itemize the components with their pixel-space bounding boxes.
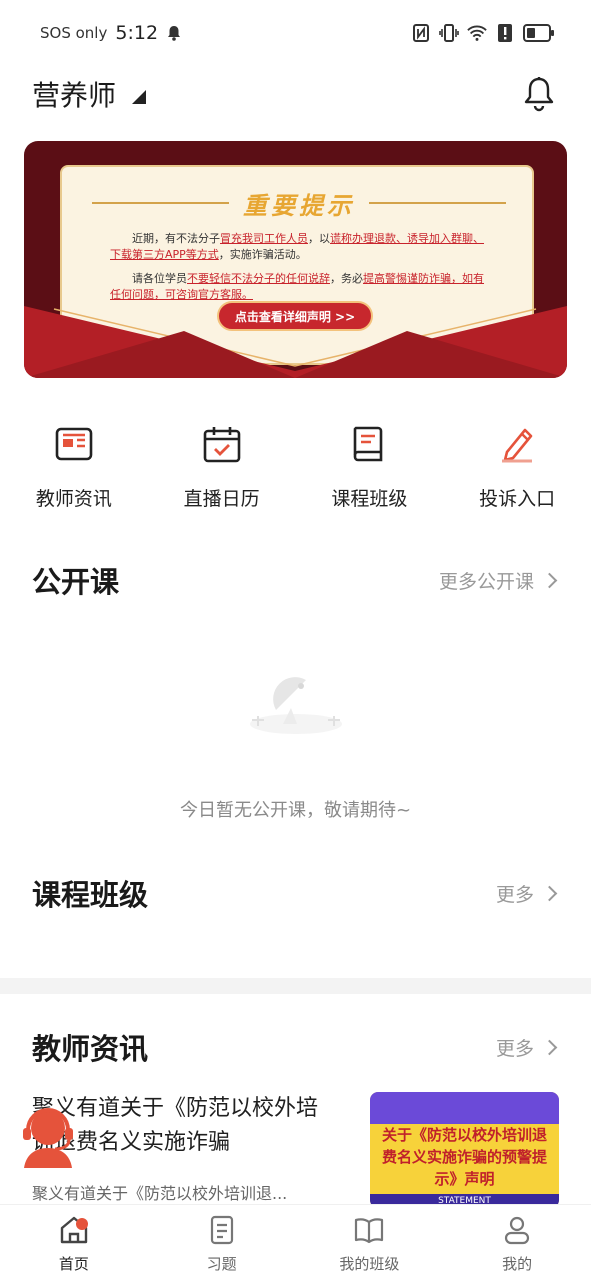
quick-label: 教师资讯 (35, 488, 112, 510)
exercise-icon (205, 1213, 239, 1247)
quick-item-course-class[interactable]: 课程班级 (296, 410, 444, 520)
section-title: 课程班级 (32, 878, 149, 912)
status-right (411, 23, 555, 43)
chevron-right-icon (541, 1039, 558, 1055)
section-divider (0, 978, 591, 994)
thumbnail-header (370, 1092, 559, 1124)
view-statement-button[interactable]: 点击查看详细声明 >> (217, 301, 373, 331)
clock: 5:12 (115, 22, 159, 44)
class-book-icon (352, 1213, 386, 1247)
fraud-warning-banner[interactable]: 重要提示 近期，有不法分子冒充我司工作人员，以谎称办理退款、诱导加入群聊、下载第… (24, 141, 567, 378)
header: 营养师 (0, 66, 591, 122)
news-list-item[interactable]: 聚义有道关于《防范以校外培训退费名义实施诈骗 聚义有道关于《防范以校外培训退..… (0, 1090, 591, 1208)
tab-profile[interactable]: 我的 (443, 1205, 591, 1280)
empty-state-text: 今日暂无公开课，敬请期待~ (179, 800, 412, 821)
news-thumbnail: 关于《防范以校外培训退费名义实施诈骗的预警提示》声明 STATEMENT (370, 1092, 559, 1208)
bottom-tab-bar: 首页 习题 我的班级 我的 (0, 1204, 591, 1280)
tab-label: 首页 (58, 1255, 89, 1273)
profile-icon (500, 1213, 534, 1247)
nfc-icon (411, 23, 431, 43)
chevron-right-icon (541, 885, 558, 901)
carrier-text: SOS only (40, 24, 108, 42)
quick-label: 课程班级 (331, 488, 408, 510)
quick-item-teacher-news[interactable]: 教师资讯 (0, 410, 148, 520)
empty-satellite-icon (250, 677, 342, 734)
home-icon (57, 1213, 91, 1247)
notification-bell-icon (164, 23, 184, 43)
quick-nav: 教师资讯 直播日历 课程班级 投诉入口 (0, 410, 591, 520)
quick-label: 直播日历 (183, 488, 260, 510)
category-title[interactable]: 营养师 (32, 74, 116, 114)
calendar-icon (200, 422, 244, 466)
more-courses-link[interactable]: 更多 (496, 880, 559, 907)
envelope-graphic (24, 306, 567, 378)
tab-exercises[interactable]: 习题 (148, 1205, 296, 1280)
book-icon (347, 422, 391, 466)
status-left: SOS only 5:12 (40, 22, 184, 44)
tab-label: 我的 (502, 1255, 533, 1273)
teacher-news-header: 教师资讯 更多 (0, 1022, 591, 1072)
more-label: 更多 (495, 883, 534, 906)
dropdown-triangle-icon[interactable] (132, 90, 147, 104)
open-course-header: 公开课 更多公开课 (0, 555, 591, 605)
section-title: 公开课 (32, 565, 120, 599)
chevron-right-icon (541, 572, 558, 588)
notification-button[interactable] (519, 74, 559, 114)
bell-icon (524, 77, 554, 112)
battery-icon (523, 23, 555, 43)
tab-my-class[interactable]: 我的班级 (296, 1205, 444, 1280)
quick-label: 投诉入口 (479, 488, 556, 510)
more-open-courses-link[interactable]: 更多公开课 (439, 567, 559, 594)
customer-service-icon[interactable] (14, 1100, 82, 1168)
section-title: 教师资讯 (32, 1032, 149, 1066)
quick-item-live-calendar[interactable]: 直播日历 (148, 410, 296, 520)
vibrate-icon (439, 23, 459, 43)
tab-home[interactable]: 首页 (0, 1205, 148, 1280)
pencil-icon (495, 422, 539, 466)
tab-label: 我的班级 (339, 1255, 400, 1273)
wifi-icon (467, 23, 487, 43)
alert-icon (495, 23, 515, 43)
more-label: 更多公开课 (438, 570, 534, 593)
status-bar: SOS only 5:12 (0, 0, 591, 66)
more-label: 更多 (495, 1037, 534, 1060)
news-summary: 聚义有道关于《防范以校外培训退... (32, 1184, 288, 1203)
more-news-link[interactable]: 更多 (496, 1034, 559, 1061)
course-class-header: 课程班级 更多 (0, 868, 591, 918)
thumbnail-text: 关于《防范以校外培训退费名义实施诈骗的预警提示》声明 (381, 1126, 547, 1188)
news-icon (52, 422, 96, 466)
tab-label: 习题 (206, 1255, 237, 1273)
quick-item-complaint[interactable]: 投诉入口 (443, 410, 591, 520)
